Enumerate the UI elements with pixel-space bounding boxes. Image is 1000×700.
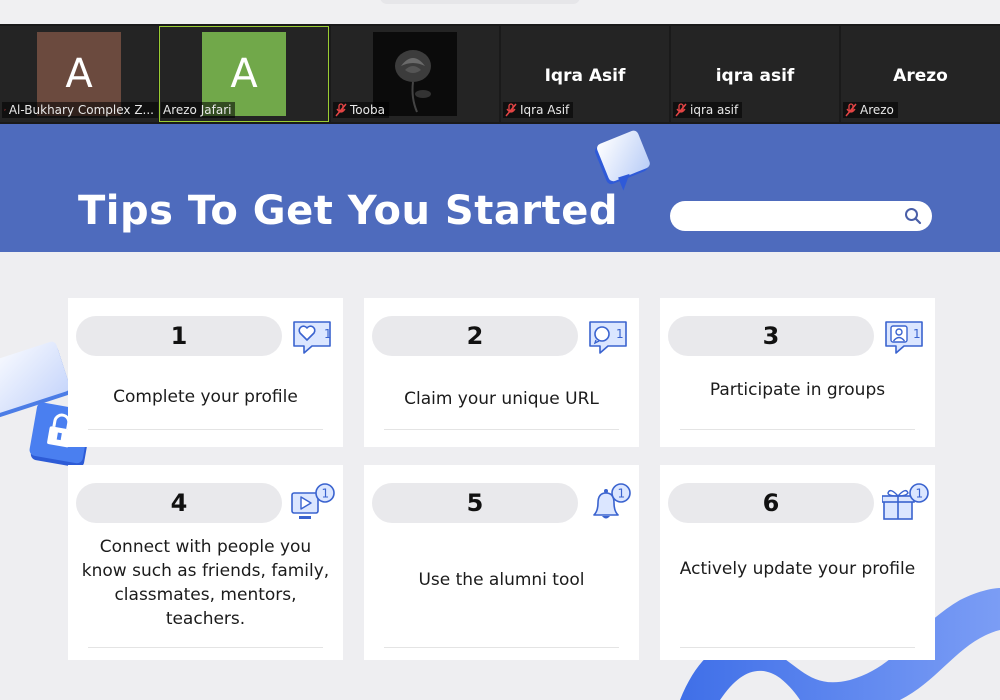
tip-text: Connect with people you know such as fri… [81,537,330,629]
divider [680,429,915,430]
muted-mic-icon [4,108,6,111]
participant-name-label: Al-Bukhary Complex Z... [2,102,158,118]
tip-number: 5 [372,483,578,523]
svg-text:1: 1 [324,327,332,341]
tip-text: Participate in groups [709,380,886,400]
search-icon[interactable] [904,207,922,225]
participant-name-label: Iqra Asif [503,102,574,118]
tips-banner: Tips To Get You Started [0,124,1000,252]
participant-tile[interactable]: iqra asif iqra asif [671,26,839,122]
muted-mic-icon [505,103,517,117]
participant-name-label: Tooba [333,102,389,118]
comment-notification-icon: 1 [589,321,627,354]
tip-card[interactable]: 1 1 Complete your profile [68,298,343,447]
participant-name: Iqra Asif [520,103,570,117]
top-pill [380,0,580,4]
tip-card[interactable]: 6 1 Actively update your profile [660,465,935,660]
tip-card[interactable]: 3 1 Participate in groups [660,298,935,447]
participant-name: Al-Bukhary Complex Z... [8,103,154,117]
participant-name: Tooba [350,103,385,117]
participant-tile-active-speaker[interactable]: A Arezo Jafari [159,26,329,122]
divider [384,647,619,648]
avatar-initial: A [230,51,258,97]
svg-text:1: 1 [913,327,921,341]
top-strip [0,0,1000,24]
svg-text:1: 1 [618,487,626,501]
participant-tile[interactable]: Arezo Arezo [841,26,1000,122]
svg-text:1: 1 [916,487,924,501]
video-notification-icon: 1 [291,483,335,519]
participant-display-name: Iqra Asif [544,66,626,86]
tip-number: 4 [76,483,282,523]
participant-name: Arezo Jafari [163,103,232,117]
avatar-initial: A [65,51,93,97]
page-title: Tips To Get You Started [78,188,618,234]
divider [88,429,323,430]
divider [680,647,915,648]
participant-name: iqra asif [690,103,739,117]
participant-tile[interactable]: Tooba [331,26,499,122]
tip-text: Use the alumni tool [418,570,585,590]
svg-text:1: 1 [616,327,624,341]
tip-card[interactable]: 2 1 Claim your unique URL [364,298,639,447]
participant-display-name: iqra asif [715,66,795,86]
tip-card[interactable]: 5 1 Use the alumni tool [364,465,639,660]
muted-mic-icon [675,103,687,117]
svg-text:1: 1 [322,487,330,501]
gift-notification-icon: 1 [882,483,929,520]
tip-text: Actively update your profile [679,559,916,579]
tip-text: Claim your unique URL [404,389,599,409]
search-input[interactable] [670,201,932,231]
user-notification-icon: 1 [885,321,923,354]
tip-card[interactable]: 4 1 Connect with people you know such as… [68,465,343,660]
participant-tile[interactable]: A Al-Bukhary Complex Z... [0,26,158,122]
tip-number: 1 [76,316,282,356]
participant-name: Arezo [860,103,894,117]
heart-notification-icon: 1 [293,321,332,354]
tip-text: Complete your profile [113,387,298,407]
participant-tile[interactable]: Iqra Asif Iqra Asif [501,26,669,122]
tip-number: 6 [668,483,874,523]
bell-notification-icon: 1 [593,483,631,519]
divider [384,429,619,430]
tip-number: 2 [372,316,578,356]
tip-number: 3 [668,316,874,356]
participant-name-label: iqra asif [673,102,743,118]
divider [88,647,323,648]
muted-mic-icon [845,103,857,117]
participant-gallery: A Al-Bukhary Complex Z... A Arezo Jafari… [0,24,1000,124]
muted-mic-icon [335,103,347,117]
participant-display-name: Arezo [893,66,948,86]
chat-bubble-decoration-icon [595,130,650,191]
participant-name-label: Arezo [843,102,898,118]
participant-name-label: Arezo Jafari [161,102,236,118]
